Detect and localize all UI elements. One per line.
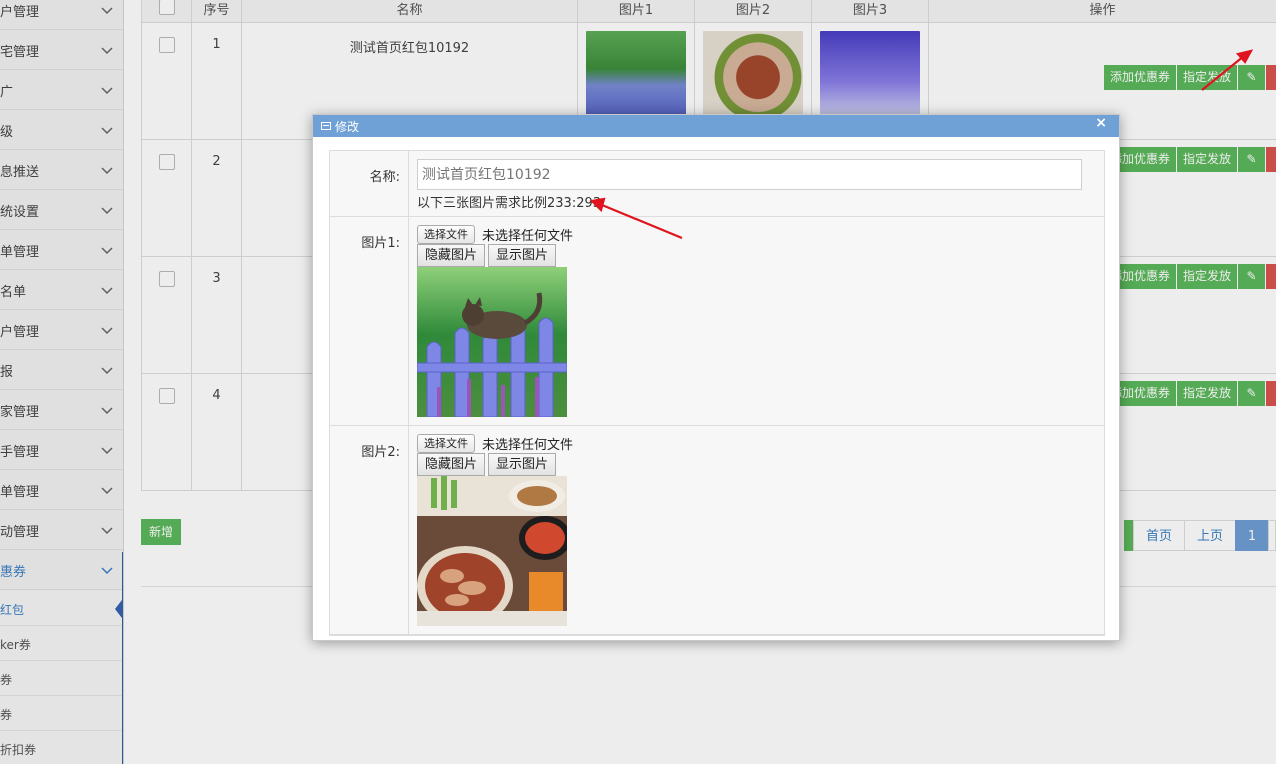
annotation-arrows [589, 49, 1254, 240]
